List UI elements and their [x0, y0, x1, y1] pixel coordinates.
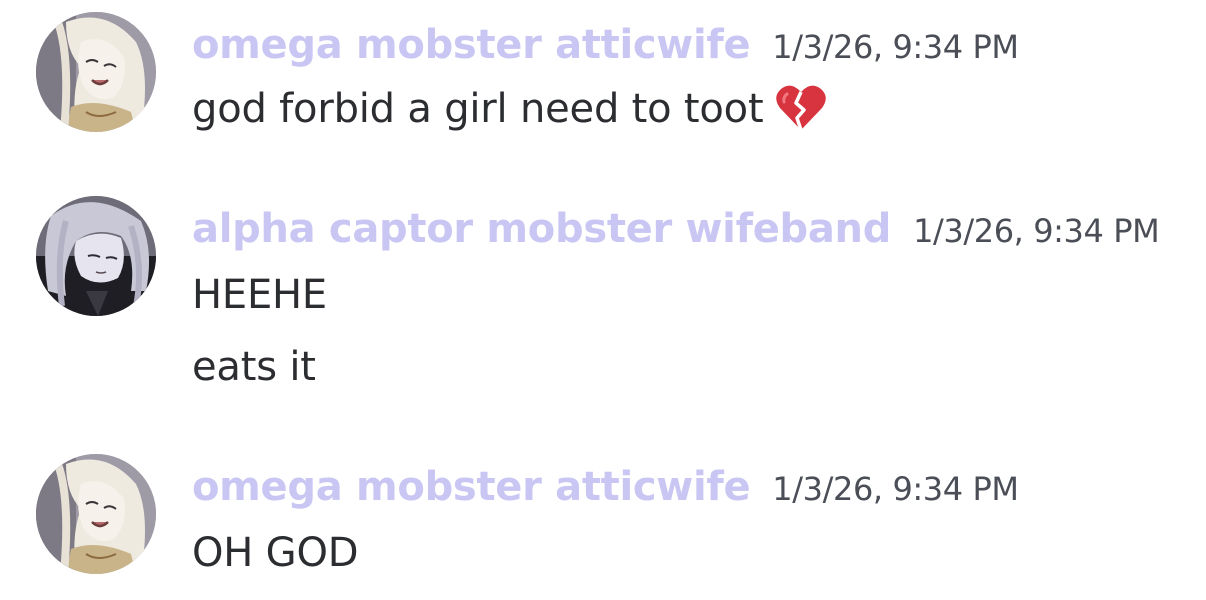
avatar-white-hair-laughing-icon [36, 454, 156, 574]
message-header: omega mobster atticwife 1/3/26, 9:34 PM [192, 22, 1019, 68]
broken-heart-icon [775, 84, 827, 142]
avatar-silver-hair-dark-icon [36, 196, 156, 316]
avatar[interactable] [36, 454, 156, 574]
timestamp[interactable]: 1/3/26, 9:34 PM [772, 470, 1019, 508]
avatar-white-hair-laughing-icon [36, 12, 156, 132]
chat-message-list: omega mobster atticwife 1/3/26, 9:34 PM … [0, 0, 1206, 600]
username[interactable]: omega mobster atticwife [192, 464, 751, 510]
message-text: god forbid a girl need to toot [192, 84, 827, 142]
avatar[interactable] [36, 12, 156, 132]
username[interactable]: omega mobster atticwife [192, 22, 751, 68]
timestamp[interactable]: 1/3/26, 9:34 PM [913, 212, 1160, 250]
message-text: eats it [192, 344, 316, 390]
message-header: alpha captor mobster wifeband 1/3/26, 9:… [192, 206, 1160, 252]
username[interactable]: alpha captor mobster wifeband [192, 206, 891, 252]
message-text: OH GOD [192, 530, 359, 576]
message-header: omega mobster atticwife 1/3/26, 9:34 PM [192, 464, 1019, 510]
message-text-content: god forbid a girl need to toot [192, 86, 764, 132]
timestamp[interactable]: 1/3/26, 9:34 PM [772, 28, 1019, 66]
message-text: HEEHE [192, 272, 327, 318]
avatar[interactable] [36, 196, 156, 316]
